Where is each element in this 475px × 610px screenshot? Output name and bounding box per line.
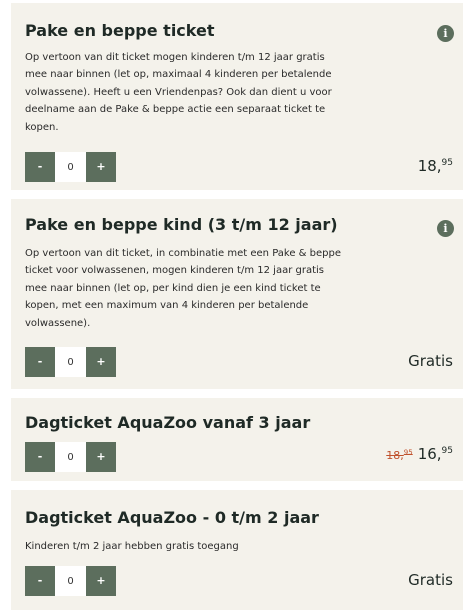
ticket-description: Op vertoon van dit ticket mogen kinderen… — [25, 52, 332, 133]
old-price: 18,95 — [386, 449, 412, 462]
ticket-title: Dagticket AquaZoo - 0 t/m 2 jaar — [25, 508, 319, 527]
ticket-card-pake-en-beppe: Pake en beppe ticket i Op vertoon van di… — [11, 3, 463, 190]
quantity-input[interactable] — [55, 442, 86, 472]
decrease-button[interactable]: - — [25, 152, 55, 182]
increase-button[interactable]: + — [86, 566, 116, 596]
decrease-button[interactable]: - — [25, 347, 55, 377]
old-price-main: 18, — [386, 449, 404, 462]
ticket-price: Gratis — [408, 571, 453, 589]
increase-button[interactable]: + — [86, 152, 116, 182]
ticket-price: 18,95 16,95 — [386, 445, 453, 463]
ticket-description: Op vertoon van dit ticket, in combinatie… — [25, 248, 341, 329]
quantity-stepper: - + — [25, 347, 116, 377]
quantity-stepper: - + — [25, 152, 116, 182]
ticket-title: Pake en beppe kind (3 t/m 12 jaar) — [25, 215, 338, 234]
ticket-description: Kinderen t/m 2 jaar hebben gratis toegan… — [25, 541, 239, 552]
ticket-title: Dagticket AquaZoo vanaf 3 jaar — [25, 413, 311, 432]
price-main: 18, — [417, 157, 442, 175]
increase-button[interactable]: + — [86, 442, 116, 472]
price-main: 16, — [417, 445, 442, 463]
quantity-input[interactable] — [55, 566, 86, 596]
info-icon[interactable]: i — [437, 25, 454, 42]
ticket-card-pake-en-beppe-kind: Pake en beppe kind (3 t/m 12 jaar) i Op … — [11, 199, 463, 389]
ticket-card-dagticket-0-2: Dagticket AquaZoo - 0 t/m 2 jaar Kindere… — [11, 490, 463, 610]
ticket-card-dagticket-vanaf-3: Dagticket AquaZoo vanaf 3 jaar - + 18,95… — [11, 398, 463, 481]
quantity-input[interactable] — [55, 152, 86, 182]
price-cents: 95 — [441, 446, 453, 456]
price-cents: 95 — [441, 158, 453, 168]
old-price-cents: 95 — [403, 448, 413, 457]
ticket-title: Pake en beppe ticket — [25, 21, 215, 40]
ticket-price: Gratis — [408, 352, 453, 370]
quantity-input[interactable] — [55, 347, 86, 377]
decrease-button[interactable]: - — [25, 442, 55, 472]
decrease-button[interactable]: - — [25, 566, 55, 596]
quantity-stepper: - + — [25, 566, 116, 596]
quantity-stepper: - + — [25, 442, 116, 472]
ticket-price: 18,95 — [418, 157, 453, 175]
increase-button[interactable]: + — [86, 347, 116, 377]
info-icon[interactable]: i — [437, 220, 454, 237]
